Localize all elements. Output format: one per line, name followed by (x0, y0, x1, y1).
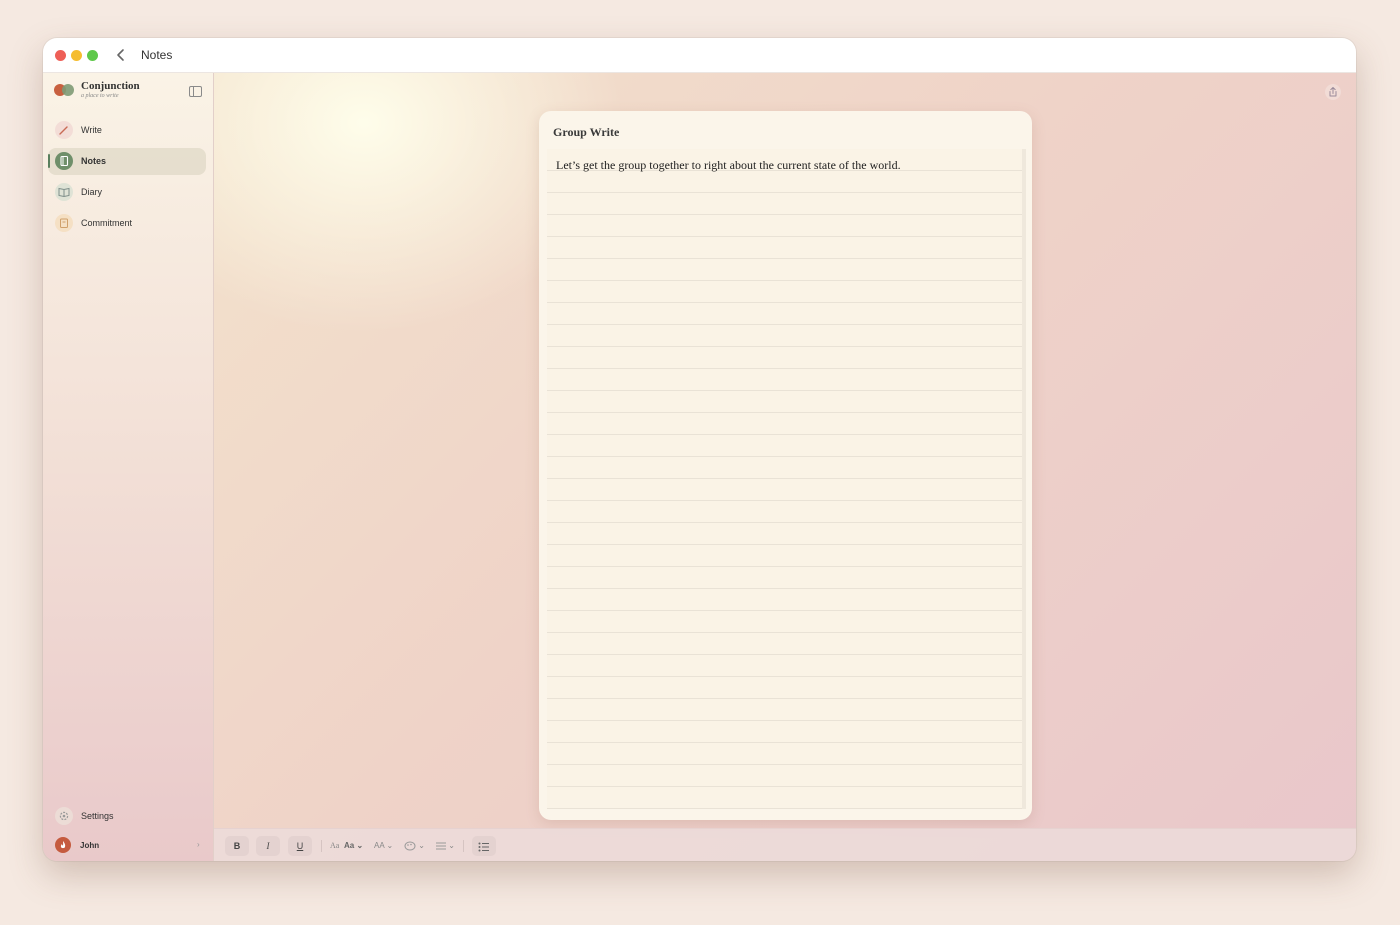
sidebar-item-notes[interactable]: Notes (48, 148, 206, 175)
note-editor[interactable]: Let’s get the group together to right ab… (547, 149, 1026, 809)
format-toolbar: B I U Aa Aa ⌄ AA ⌄ ⌄ ⌄ (214, 828, 1356, 861)
sidebar-item-diary[interactable]: Diary (48, 179, 206, 206)
italic-button[interactable]: I (256, 836, 280, 856)
avatar[interactable] (55, 837, 71, 853)
book-open-icon (55, 183, 73, 201)
back-button[interactable] (113, 47, 129, 63)
settings-button[interactable]: Settings (48, 803, 206, 830)
font-family-dropdown[interactable]: Aa (330, 841, 339, 850)
note-card: Group Write Let’s get the group together… (539, 111, 1032, 820)
bulleted-list-button[interactable] (472, 836, 496, 856)
sidebar-item-label: Notes (81, 156, 107, 166)
brand-name: Conjunction (81, 80, 140, 92)
window-title: Notes (141, 48, 173, 62)
list-icon (478, 842, 489, 852)
sidebar-item-label: Write (81, 125, 102, 135)
sidebar-item-label: Commitment (81, 218, 133, 228)
chevron-left-icon (117, 49, 124, 61)
flame-icon (60, 841, 66, 849)
brand-tagline: a place to write (81, 93, 119, 99)
font-size-dropdown[interactable]: AA ⌄ (374, 841, 393, 850)
underline-button[interactable]: U (288, 836, 312, 856)
notebook-icon (55, 152, 73, 170)
brand-logo (54, 84, 74, 96)
app-window: Notes Conjunction a place to write Write… (43, 38, 1356, 861)
font-style-label: Aa (344, 841, 355, 850)
chevron-down-icon: ⌄ (356, 841, 364, 850)
font-size-label: AA (374, 841, 385, 850)
share-button[interactable] (1325, 84, 1341, 100)
toolbar-divider (463, 840, 464, 852)
gear-icon (55, 807, 73, 825)
chevron-down-icon: ⌄ (448, 841, 455, 850)
sidebar-item-label: Diary (81, 187, 103, 197)
palette-icon (404, 841, 416, 851)
align-left-icon (436, 842, 446, 850)
zoom-window-button[interactable] (87, 50, 98, 61)
bold-button[interactable]: B (225, 836, 249, 856)
sidebar: Conjunction a place to write Write Notes… (43, 73, 214, 861)
active-indicator (48, 154, 50, 168)
toolbar-divider (321, 840, 322, 852)
sidebar-item-commitment[interactable]: Commitment (48, 210, 206, 237)
title-bar: Notes (43, 38, 1356, 73)
alignment-dropdown[interactable]: ⌄ (436, 841, 455, 850)
note-title[interactable]: Group Write (553, 125, 619, 140)
chevron-down-icon: ⌄ (386, 841, 394, 850)
user-name: John (80, 841, 100, 850)
text-color-dropdown[interactable]: ⌄ (404, 841, 425, 851)
sidebar-toggle-button[interactable] (189, 86, 202, 97)
close-window-button[interactable] (55, 50, 66, 61)
pencil-icon (55, 121, 73, 139)
note-body-text[interactable]: Let’s get the group together to right ab… (556, 158, 901, 173)
share-icon (1329, 87, 1337, 97)
chevron-right-icon[interactable]: › (197, 840, 200, 849)
clipboard-icon (55, 214, 73, 232)
font-style-dropdown[interactable]: Aa ⌄ (344, 841, 363, 850)
settings-label: Settings (81, 811, 114, 821)
chevron-down-icon: ⌄ (418, 841, 425, 851)
minimize-window-button[interactable] (71, 50, 82, 61)
sidebar-item-write[interactable]: Write (48, 117, 206, 144)
main-content: Group Write Let’s get the group together… (214, 73, 1356, 861)
